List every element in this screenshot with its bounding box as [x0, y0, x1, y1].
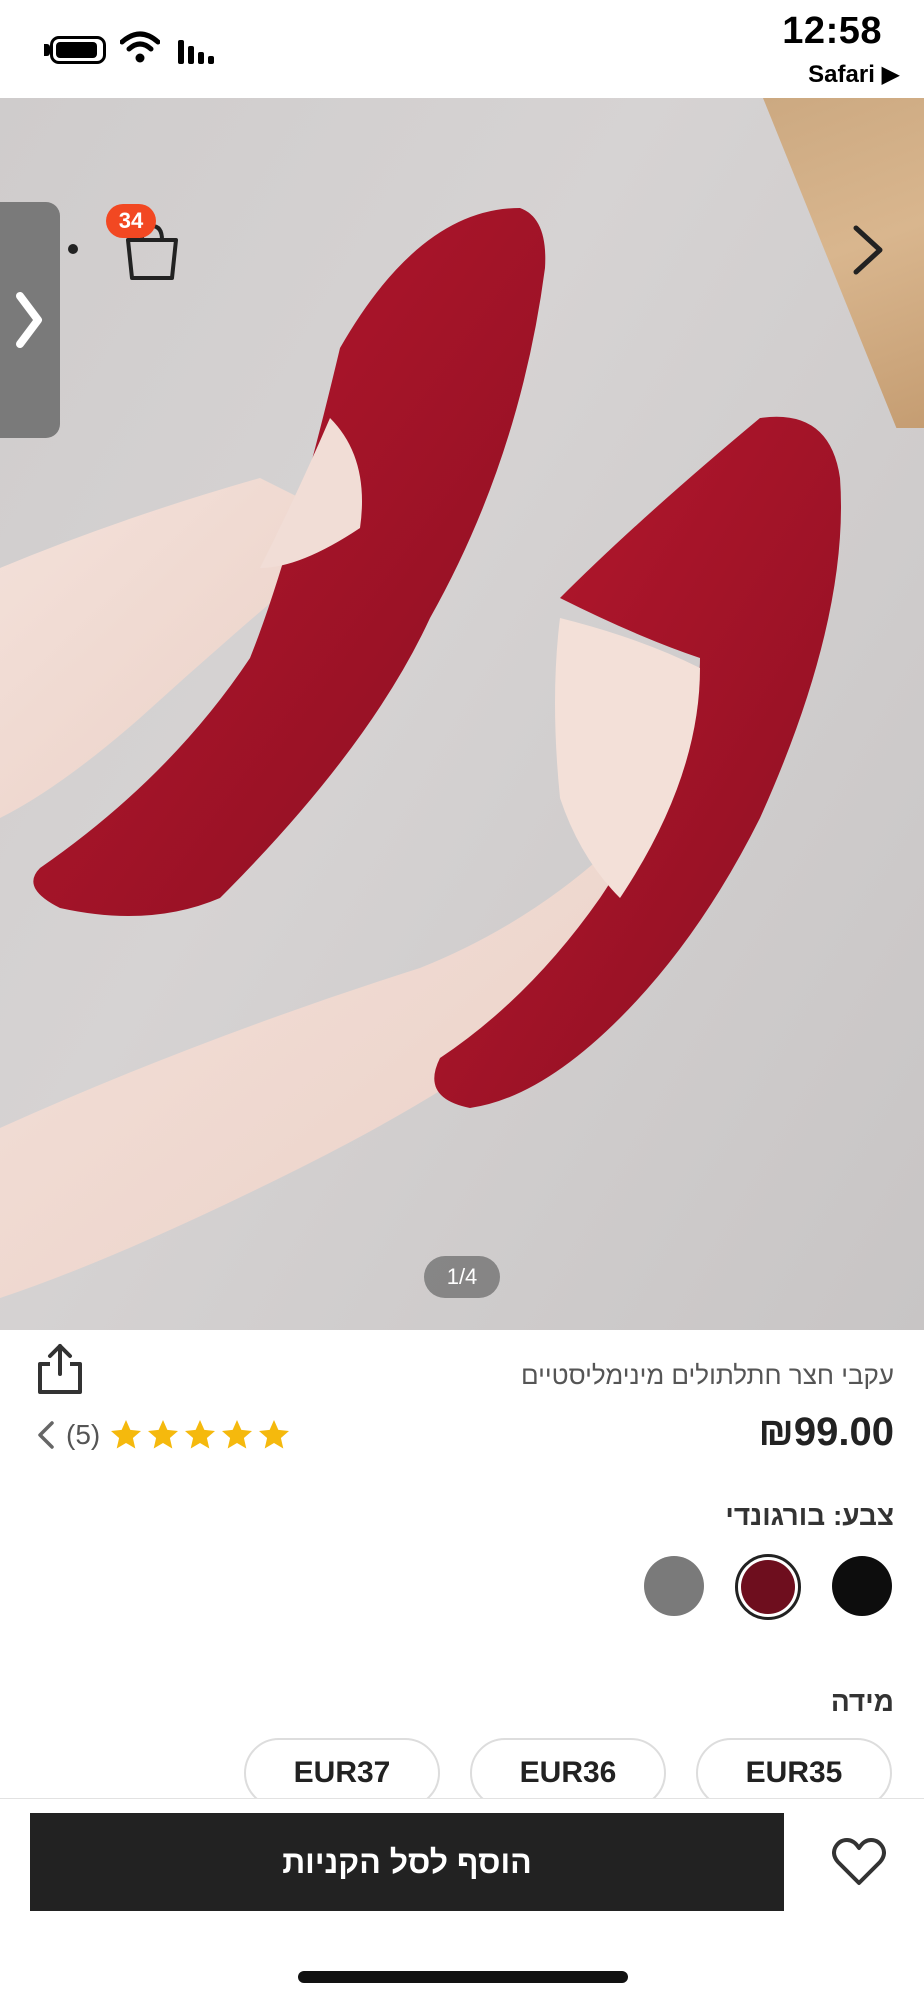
back-to-safari[interactable]: Safari ▶	[808, 60, 900, 89]
product-photo	[0, 208, 841, 1298]
product-title: עקבי חצר חתלתולים מינימליסטיים	[520, 1360, 894, 1390]
size-label: מידה	[830, 1686, 894, 1717]
status-time: 12:58	[782, 10, 882, 52]
chevron-left-icon	[38, 1421, 54, 1449]
add-to-cart-button[interactable]: הוסף לסל הקניות	[30, 1813, 784, 1911]
color-swatch-burgundy[interactable]	[741, 1560, 795, 1614]
signal-icon	[178, 40, 214, 64]
star-icon	[148, 1420, 179, 1449]
wifi-icon	[120, 31, 160, 63]
color-label: צבע: בורגונדי	[725, 1500, 894, 1531]
color-swatch-grey[interactable]	[644, 1556, 704, 1616]
star-icon	[259, 1420, 290, 1449]
rating-stars	[108, 1417, 293, 1453]
side-drawer-tab[interactable]	[0, 202, 60, 438]
home-indicator	[298, 1971, 628, 1983]
image-pager: 1/4	[424, 1256, 500, 1298]
review-count: (5)	[66, 1419, 101, 1450]
share-icon[interactable]	[36, 1342, 84, 1396]
status-bar: 12:58 Safari ▶	[0, 0, 924, 98]
star-icon	[185, 1420, 216, 1449]
product-rating[interactable]: (5)	[36, 1414, 293, 1456]
chevron-right-icon[interactable]	[848, 222, 888, 278]
chevron-right-icon	[16, 292, 42, 348]
heart-icon[interactable]	[832, 1837, 886, 1887]
indicator-dot	[68, 244, 78, 254]
battery-cap	[44, 44, 50, 56]
product-image-gallery[interactable]: 34 1/4	[0, 98, 924, 1330]
bottom-action-bar: הוסף לסל הקניות	[0, 1798, 924, 2000]
star-icon	[222, 1420, 253, 1449]
product-price: ₪99.00	[758, 1410, 894, 1454]
color-swatch-black[interactable]	[832, 1556, 892, 1616]
battery-icon	[50, 36, 106, 64]
star-icon	[111, 1420, 142, 1449]
cart-count-badge: 34	[106, 204, 156, 238]
